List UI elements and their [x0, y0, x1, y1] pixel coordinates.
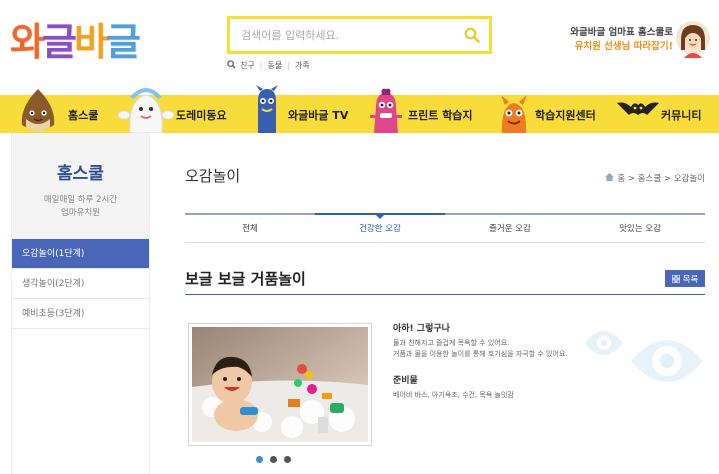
search-box [227, 16, 492, 54]
chestnut-character-icon [16, 85, 60, 133]
search-icon[interactable] [455, 19, 489, 51]
site-logo[interactable]: 와 글 바 글 [10, 14, 141, 64]
keyword-search-icon [227, 60, 236, 71]
info-text: 물과 친해지고 즐겁게 목욕할 수 있어요. 거품과 물을 이용한 놀이를 통해… [393, 338, 693, 360]
slider-dot[interactable] [270, 456, 277, 463]
title-divider [185, 294, 705, 295]
logo-char-3: 바 [73, 20, 109, 64]
home-icon[interactable] [605, 172, 615, 184]
divider: | [259, 61, 263, 70]
keyword-link[interactable]: 가족 [295, 60, 310, 71]
logo-char-4: 글 [105, 20, 141, 64]
sidebar-item-pre-elementary[interactable]: 예비초등(3단계) [12, 299, 149, 329]
sidebar-desc-line-1: 매일매일 하루 2시간 [43, 195, 118, 205]
materials-text: 베이비 바스, 아기욕조, 수건, 목욕 놀잇감 [393, 391, 514, 399]
tab-all[interactable]: 전체 [185, 215, 315, 242]
slider-dot[interactable] [284, 456, 291, 463]
nav-label: 커뮤니티 [661, 109, 702, 122]
main-content: 오감놀이 홈 > 홈스쿨 > 오감놀이 전체 건강한 오감 즐거운 오감 맛있는… [185, 133, 705, 474]
baby-bath-photo [192, 327, 368, 442]
content-title: 보글 보글 거품놀이 [185, 270, 306, 288]
grid-icon [671, 274, 680, 283]
promo-line-1: 와글바글 엄마표 홈스쿨로 [570, 27, 673, 38]
orange-monster-character-icon [497, 91, 531, 133]
keyword-link[interactable]: 친구 [240, 60, 255, 71]
nav-item-homeschool[interactable]: 홈스쿨 [16, 89, 116, 133]
nav-label: 도레미동요 [176, 109, 227, 122]
blue-monster-character-icon [252, 85, 282, 133]
nav-label: 와글바글 TV [288, 109, 349, 122]
keyword-link[interactable]: 동물 [267, 60, 282, 71]
nav-label: 프린트 학습지 [408, 109, 473, 122]
nav-item-wagle-tv[interactable]: 와글바글 TV [252, 85, 370, 133]
nav-label: 홈스쿨 [68, 109, 99, 122]
bat-character-icon [617, 99, 659, 119]
list-button[interactable]: 목록 [665, 270, 705, 287]
nav-item-doremi-songs[interactable]: 도레미동요 [118, 88, 236, 133]
pink-monster-character-icon [368, 87, 404, 133]
main-nav: 홈스쿨 도레미동요 와글바글 TV 프린트 학습지 학습지원센터 커뮤니티 [0, 85, 719, 133]
category-tabs: 전체 건강한 오감 즐거운 오감 맛있는 오감 [185, 213, 705, 243]
activity-photo[interactable] [188, 323, 372, 446]
sidebar-desc-line-2: 엄마유치원 [60, 208, 101, 218]
sidebar-header: 홈스쿨 매일매일 하루 2시간 엄마유치원 [12, 133, 149, 239]
search-input[interactable] [230, 19, 455, 51]
promo-banner[interactable]: 와글바글 엄마표 홈스쿨로 유치원 선생님 따라잡기! [570, 26, 673, 54]
nav-item-print-worksheets[interactable]: 프린트 학습지 [368, 88, 486, 133]
tab-healthy-senses[interactable]: 건강한 오감 [315, 213, 445, 242]
sidebar-title: 홈스쿨 [57, 164, 104, 184]
sidebar-menu: 오감놀이(1단계) 생각놀이(2단계) 예비초등(3단계) [12, 239, 149, 329]
info-heading-aha: 아하! 그렇구나 [393, 324, 450, 334]
ghost-character-icon [118, 85, 174, 133]
nav-label: 학습지원센터 [535, 109, 596, 122]
divider: | [287, 61, 290, 70]
nav-item-learning-center[interactable]: 학습지원센터 [497, 95, 617, 133]
logo-char-2: 글 [41, 20, 77, 64]
activity-info: 아하! 그렇구나 물과 친해지고 즐겁게 목욕할 수 있어요. 거품과 물을 이… [393, 321, 693, 401]
slider-dot[interactable] [256, 456, 263, 463]
logo-char-1: 와 [10, 20, 45, 64]
promo-line-2: 유치원 선생님 따라잡기! [574, 41, 673, 52]
list-button-label: 목록 [682, 274, 699, 285]
sidebar-description: 매일매일 하루 2시간 엄마유치원 [12, 194, 149, 220]
breadcrumb-text[interactable]: 홈 > 홈스쿨 > 오감놀이 [617, 172, 705, 184]
nav-item-community[interactable]: 커뮤니티 [617, 95, 717, 133]
info-text-line-1: 물과 친해지고 즐겁게 목욕할 수 있어요. [393, 339, 510, 347]
page-title: 오감놀이 [185, 167, 241, 185]
sidebar: 홈스쿨 매일매일 하루 2시간 엄마유치원 오감놀이(1단계) 생각놀이(2단계… [11, 133, 150, 474]
breadcrumb: 홈 > 홈스쿨 > 오감놀이 [605, 172, 705, 184]
teacher-avatar-icon [675, 20, 711, 58]
sidebar-item-sensory-play[interactable]: 오감놀이(1단계) [12, 239, 149, 269]
tab-tasty-senses[interactable]: 맛있는 오감 [575, 215, 705, 242]
popular-keywords: 친구 | 동물 | 가족 [227, 60, 310, 71]
tab-fun-senses[interactable]: 즐거운 오감 [445, 215, 575, 242]
slider-dots [256, 456, 291, 463]
info-text-line-2: 거품과 물을 이용한 놀이를 통해 호기심을 자극할 수 있어요. [393, 350, 568, 358]
materials-block: 준비물 베이비 바스, 아기욕조, 수건, 목욕 놀잇감 [393, 373, 693, 401]
info-heading-materials: 준비물 [393, 376, 418, 386]
sidebar-item-thinking-play[interactable]: 생각놀이(2단계) [12, 269, 149, 299]
